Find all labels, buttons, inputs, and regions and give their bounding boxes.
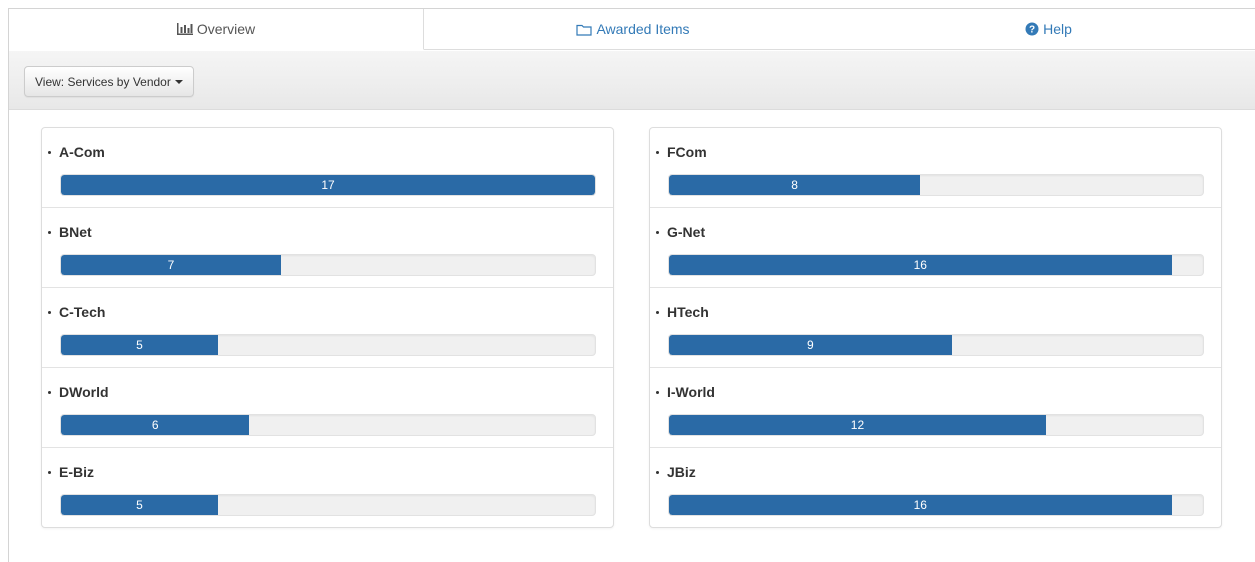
tab-help[interactable]: ? Help: [842, 9, 1255, 50]
vendor-item: G-Net 16: [650, 208, 1221, 288]
progress-bar-fill: 5: [61, 335, 219, 355]
tab-overview-label: Overview: [196, 21, 256, 37]
vendor-name-label: G-Net: [667, 224, 706, 240]
bullet-icon: [656, 150, 659, 154]
vendor-name-label: E-Biz: [59, 464, 94, 480]
view-dropdown-label: View: Services by Vendor: [35, 74, 171, 89]
vendor-name-label: HTech: [667, 304, 709, 320]
tab-awarded-items-label: Awarded Items: [596, 21, 690, 37]
progress-bar-fill: 6: [61, 415, 250, 435]
vendor-name: DWorld: [48, 384, 109, 400]
bullet-icon: [48, 390, 51, 394]
progress-bar: 8: [668, 174, 1204, 196]
vendor-item: DWorld 6: [42, 368, 613, 448]
vendor-name-label: DWorld: [59, 384, 109, 400]
bar-chart-icon: [176, 23, 193, 35]
vendor-panel-left: A-Com 17 BNet 7 C-Tech 5 DWorld 6 E-Biz 5: [41, 127, 614, 528]
vendor-item: HTech 9: [650, 288, 1221, 368]
vendor-item: FCom 8: [650, 128, 1221, 208]
bullet-icon: [48, 470, 51, 474]
vendor-name-label: BNet: [59, 224, 92, 240]
vendor-name-label: I-World: [667, 384, 715, 400]
bullet-icon: [48, 150, 51, 154]
toolbar: View: Services by Vendor: [9, 51, 1255, 110]
vendor-name: FCom: [656, 144, 707, 160]
bullet-icon: [656, 230, 659, 234]
progress-bar-fill: 9: [669, 335, 952, 355]
vendor-item: I-World 12: [650, 368, 1221, 448]
vendor-name: JBiz: [656, 464, 696, 480]
vendor-item: C-Tech 5: [42, 288, 613, 368]
tab-awarded-items[interactable]: Awarded Items: [424, 9, 842, 50]
tab-overview[interactable]: Overview: [9, 9, 424, 50]
vendor-name-label: FCom: [667, 144, 707, 160]
vendor-item: E-Biz 5: [42, 448, 613, 528]
bullet-icon: [48, 310, 51, 314]
progress-bar-fill: 8: [669, 175, 921, 195]
progress-bar: 17: [60, 174, 596, 196]
vendor-item: BNet 7: [42, 208, 613, 288]
progress-bar: 5: [60, 494, 596, 516]
progress-bar-fill: 16: [669, 255, 1172, 275]
vendor-name: E-Biz: [48, 464, 94, 480]
progress-bar: 16: [668, 254, 1204, 276]
bullet-icon: [48, 230, 51, 234]
vendor-name: I-World: [656, 384, 715, 400]
vendor-item: A-Com 17: [42, 128, 613, 208]
progress-bar: 5: [60, 334, 596, 356]
bullet-icon: [656, 310, 659, 314]
tab-help-label: Help: [1043, 21, 1072, 37]
progress-bar: 12: [668, 414, 1204, 436]
progress-bar: 7: [60, 254, 596, 276]
progress-bar-fill: 7: [61, 255, 281, 275]
vendor-item: JBiz 16: [650, 448, 1221, 528]
progress-bar: 6: [60, 414, 596, 436]
question-circle-icon: ?: [1025, 22, 1039, 36]
vendor-name-label: A-Com: [59, 144, 105, 160]
vendor-name-label: JBiz: [667, 464, 696, 480]
bullet-icon: [656, 470, 659, 474]
bullet-icon: [656, 390, 659, 394]
folder-icon: [576, 23, 593, 36]
progress-bar-fill: 5: [61, 495, 219, 515]
vendor-name-label: C-Tech: [59, 304, 106, 320]
vendor-name: BNet: [48, 224, 92, 240]
vendor-name: C-Tech: [48, 304, 105, 320]
caret-down-icon: [174, 79, 183, 84]
progress-bar: 16: [668, 494, 1204, 516]
vendor-name: HTech: [656, 304, 709, 320]
vendor-panel-right: FCom 8 G-Net 16 HTech 9 I-World 12 JBiz 16: [649, 127, 1222, 528]
view-dropdown-button[interactable]: View: Services by Vendor: [24, 66, 194, 97]
vendor-name: A-Com: [48, 144, 105, 160]
tab-bar: Overview Awarded Items ? Help: [9, 9, 1255, 50]
vendor-name: G-Net: [656, 224, 705, 240]
svg-text:?: ?: [1029, 25, 1035, 36]
progress-bar-fill: 12: [669, 415, 1046, 435]
progress-bar-fill: 17: [61, 175, 595, 195]
progress-bar-fill: 16: [669, 495, 1172, 515]
progress-bar: 9: [668, 334, 1204, 356]
